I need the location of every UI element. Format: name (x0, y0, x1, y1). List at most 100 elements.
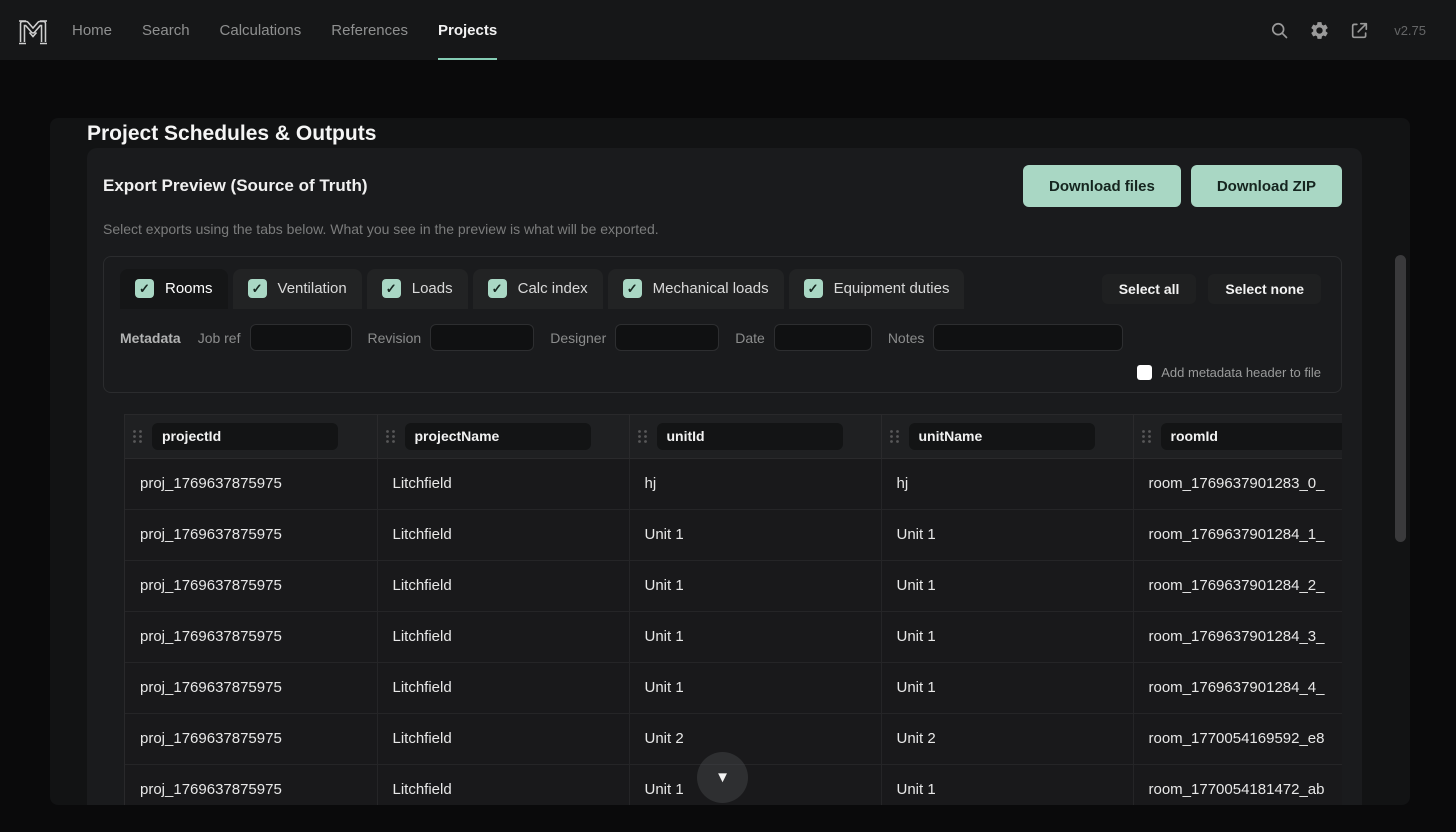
add-metadata-label: Add metadata header to file (1161, 365, 1321, 380)
drag-handle-icon[interactable] (1141, 429, 1152, 444)
export-preview-card: Export Preview (Source of Truth) Downloa… (87, 148, 1362, 805)
checkbox-checked-icon[interactable]: ✓ (135, 279, 154, 298)
select-none-button[interactable]: Select none (1208, 274, 1321, 304)
metadata-field-date: Date (735, 324, 872, 351)
table-cell: proj_1769637875975 (125, 611, 377, 662)
table-cell: Litchfield (377, 458, 629, 509)
column-name-input[interactable]: unitId (657, 423, 843, 450)
table-row: proj_1769637875975LitchfieldUnit 1Unit 1… (125, 611, 1342, 662)
metadata-input-date[interactable] (774, 324, 872, 351)
table-cell: Unit 1 (629, 560, 881, 611)
select-all-button[interactable]: Select all (1102, 274, 1197, 304)
column-header-inner: projectName (385, 423, 621, 450)
export-tab-rooms[interactable]: ✓ Rooms (120, 269, 228, 309)
table-row: proj_1769637875975LitchfieldUnit 1Unit 1… (125, 662, 1342, 713)
drag-handle-icon[interactable] (385, 429, 396, 444)
table-cell: Unit 1 (629, 764, 881, 805)
export-preview-table-wrap: projectId projectName unitId unitName roomId… (124, 414, 1342, 805)
drag-handle-icon[interactable] (132, 429, 143, 444)
table-cell: Unit 1 (881, 509, 1133, 560)
down-arrow-icon: ▼ (715, 769, 730, 786)
column-header-inner: unitId (637, 423, 873, 450)
nav-right: v2.75 (1269, 20, 1426, 41)
tab-label: Equipment duties (834, 280, 950, 297)
export-tab-mechanical-loads[interactable]: ✓ Mechanical loads (608, 269, 784, 309)
app-logo-icon[interactable] (14, 11, 52, 49)
scroll-down-button[interactable]: ▼ (697, 752, 748, 803)
column-name-input[interactable]: projectName (405, 423, 591, 450)
table-cell: Litchfield (377, 611, 629, 662)
search-icon[interactable] (1269, 20, 1290, 41)
drag-handle-icon[interactable] (637, 429, 648, 444)
column-header-inner: unitName (889, 423, 1125, 450)
tab-label: Loads (412, 280, 453, 297)
nav-item-home[interactable]: Home (72, 0, 112, 60)
table-cell: Unit 1 (881, 611, 1133, 662)
metadata-field-label: Notes (888, 330, 925, 346)
table-cell: Litchfield (377, 509, 629, 560)
metadata-field-job-ref: Job ref (198, 324, 352, 351)
column-header-roomid: roomId (1133, 415, 1342, 458)
checkbox-checked-icon[interactable]: ✓ (382, 279, 401, 298)
metadata-input-notes[interactable] (933, 324, 1123, 351)
checkbox-checked-icon[interactable]: ✓ (804, 279, 823, 298)
metadata-input-job-ref[interactable] (250, 324, 352, 351)
metadata-section-label: Metadata (120, 330, 181, 346)
tab-label: Mechanical loads (653, 280, 769, 297)
table-cell: Litchfield (377, 764, 629, 805)
table-cell: room_1769637901284_4_ (1133, 662, 1342, 713)
nav-item-search[interactable]: Search (142, 0, 190, 60)
export-options-panel: ✓Rooms✓Ventilation✓Loads✓Calc index✓Mech… (103, 256, 1342, 393)
checkbox-checked-icon[interactable]: ✓ (488, 279, 507, 298)
table-cell: room_1770054169592_e8 (1133, 713, 1342, 764)
column-name-input[interactable]: roomId (1161, 423, 1343, 450)
metadata-field-label: Date (735, 330, 765, 346)
nav-item-references[interactable]: References (331, 0, 408, 60)
version-label: v2.75 (1394, 23, 1426, 38)
table-cell: Unit 2 (881, 713, 1133, 764)
table-cell: hj (881, 458, 1133, 509)
checkbox-checked-icon[interactable]: ✓ (248, 279, 267, 298)
column-header-projectname: projectName (377, 415, 629, 458)
export-tab-equipment-duties[interactable]: ✓ Equipment duties (789, 269, 965, 309)
download-files-button[interactable]: Download files (1023, 165, 1181, 207)
table-cell: hj (629, 458, 881, 509)
page-title: Project Schedules & Outputs (87, 120, 1362, 147)
column-name-input[interactable]: projectId (152, 423, 338, 450)
nav-item-calculations[interactable]: Calculations (220, 0, 302, 60)
metadata-field-revision: Revision (368, 324, 535, 351)
drag-handle-icon[interactable] (889, 429, 900, 444)
table-cell: proj_1769637875975 (125, 713, 377, 764)
column-name-input[interactable]: unitName (909, 423, 1095, 450)
column-header-projectid: projectId (125, 415, 377, 458)
metadata-input-designer[interactable] (615, 324, 719, 351)
tab-label: Rooms (165, 280, 213, 297)
table-cell: Unit 1 (629, 509, 881, 560)
download-zip-button[interactable]: Download ZIP (1191, 165, 1342, 207)
export-tab-loads[interactable]: ✓ Loads (367, 269, 468, 309)
gear-icon[interactable] (1309, 20, 1330, 41)
table-cell: Unit 1 (881, 560, 1133, 611)
add-metadata-checkbox[interactable] (1137, 365, 1152, 380)
metadata-input-revision[interactable] (430, 324, 534, 351)
export-tab-ventilation[interactable]: ✓Ventilation (233, 269, 362, 309)
table-cell: Litchfield (377, 662, 629, 713)
nav-item-projects[interactable]: Projects (438, 0, 497, 60)
checkbox-checked-icon[interactable]: ✓ (623, 279, 642, 298)
column-header-unitname: unitName (881, 415, 1133, 458)
export-tabs: ✓Rooms✓Ventilation✓Loads✓Calc index✓Mech… (120, 269, 964, 309)
projects-panel: Project Schedules & Outputs Export Previ… (50, 118, 1410, 805)
export-tab-calc-index[interactable]: ✓Calc index (473, 269, 603, 309)
column-header-unitid: unitId (629, 415, 881, 458)
metadata-field-notes: Notes (888, 324, 1124, 351)
table-cell: Unit 1 (881, 662, 1133, 713)
top-navbar: Home Search Calculations References Projects… (0, 0, 1456, 60)
table-cell: room_1770054181472_ab (1133, 764, 1342, 805)
table-cell: room_1769637901283_0_ (1133, 458, 1342, 509)
card-header: Export Preview (Source of Truth) Downloa… (103, 165, 1342, 207)
metadata-field-label: Designer (550, 330, 606, 346)
external-link-icon[interactable] (1349, 20, 1370, 41)
page-scrollbar-thumb[interactable] (1395, 255, 1406, 542)
table-row: proj_1769637875975Litchfieldhjhjroom_176… (125, 458, 1342, 509)
column-header-inner: projectId (132, 423, 369, 450)
